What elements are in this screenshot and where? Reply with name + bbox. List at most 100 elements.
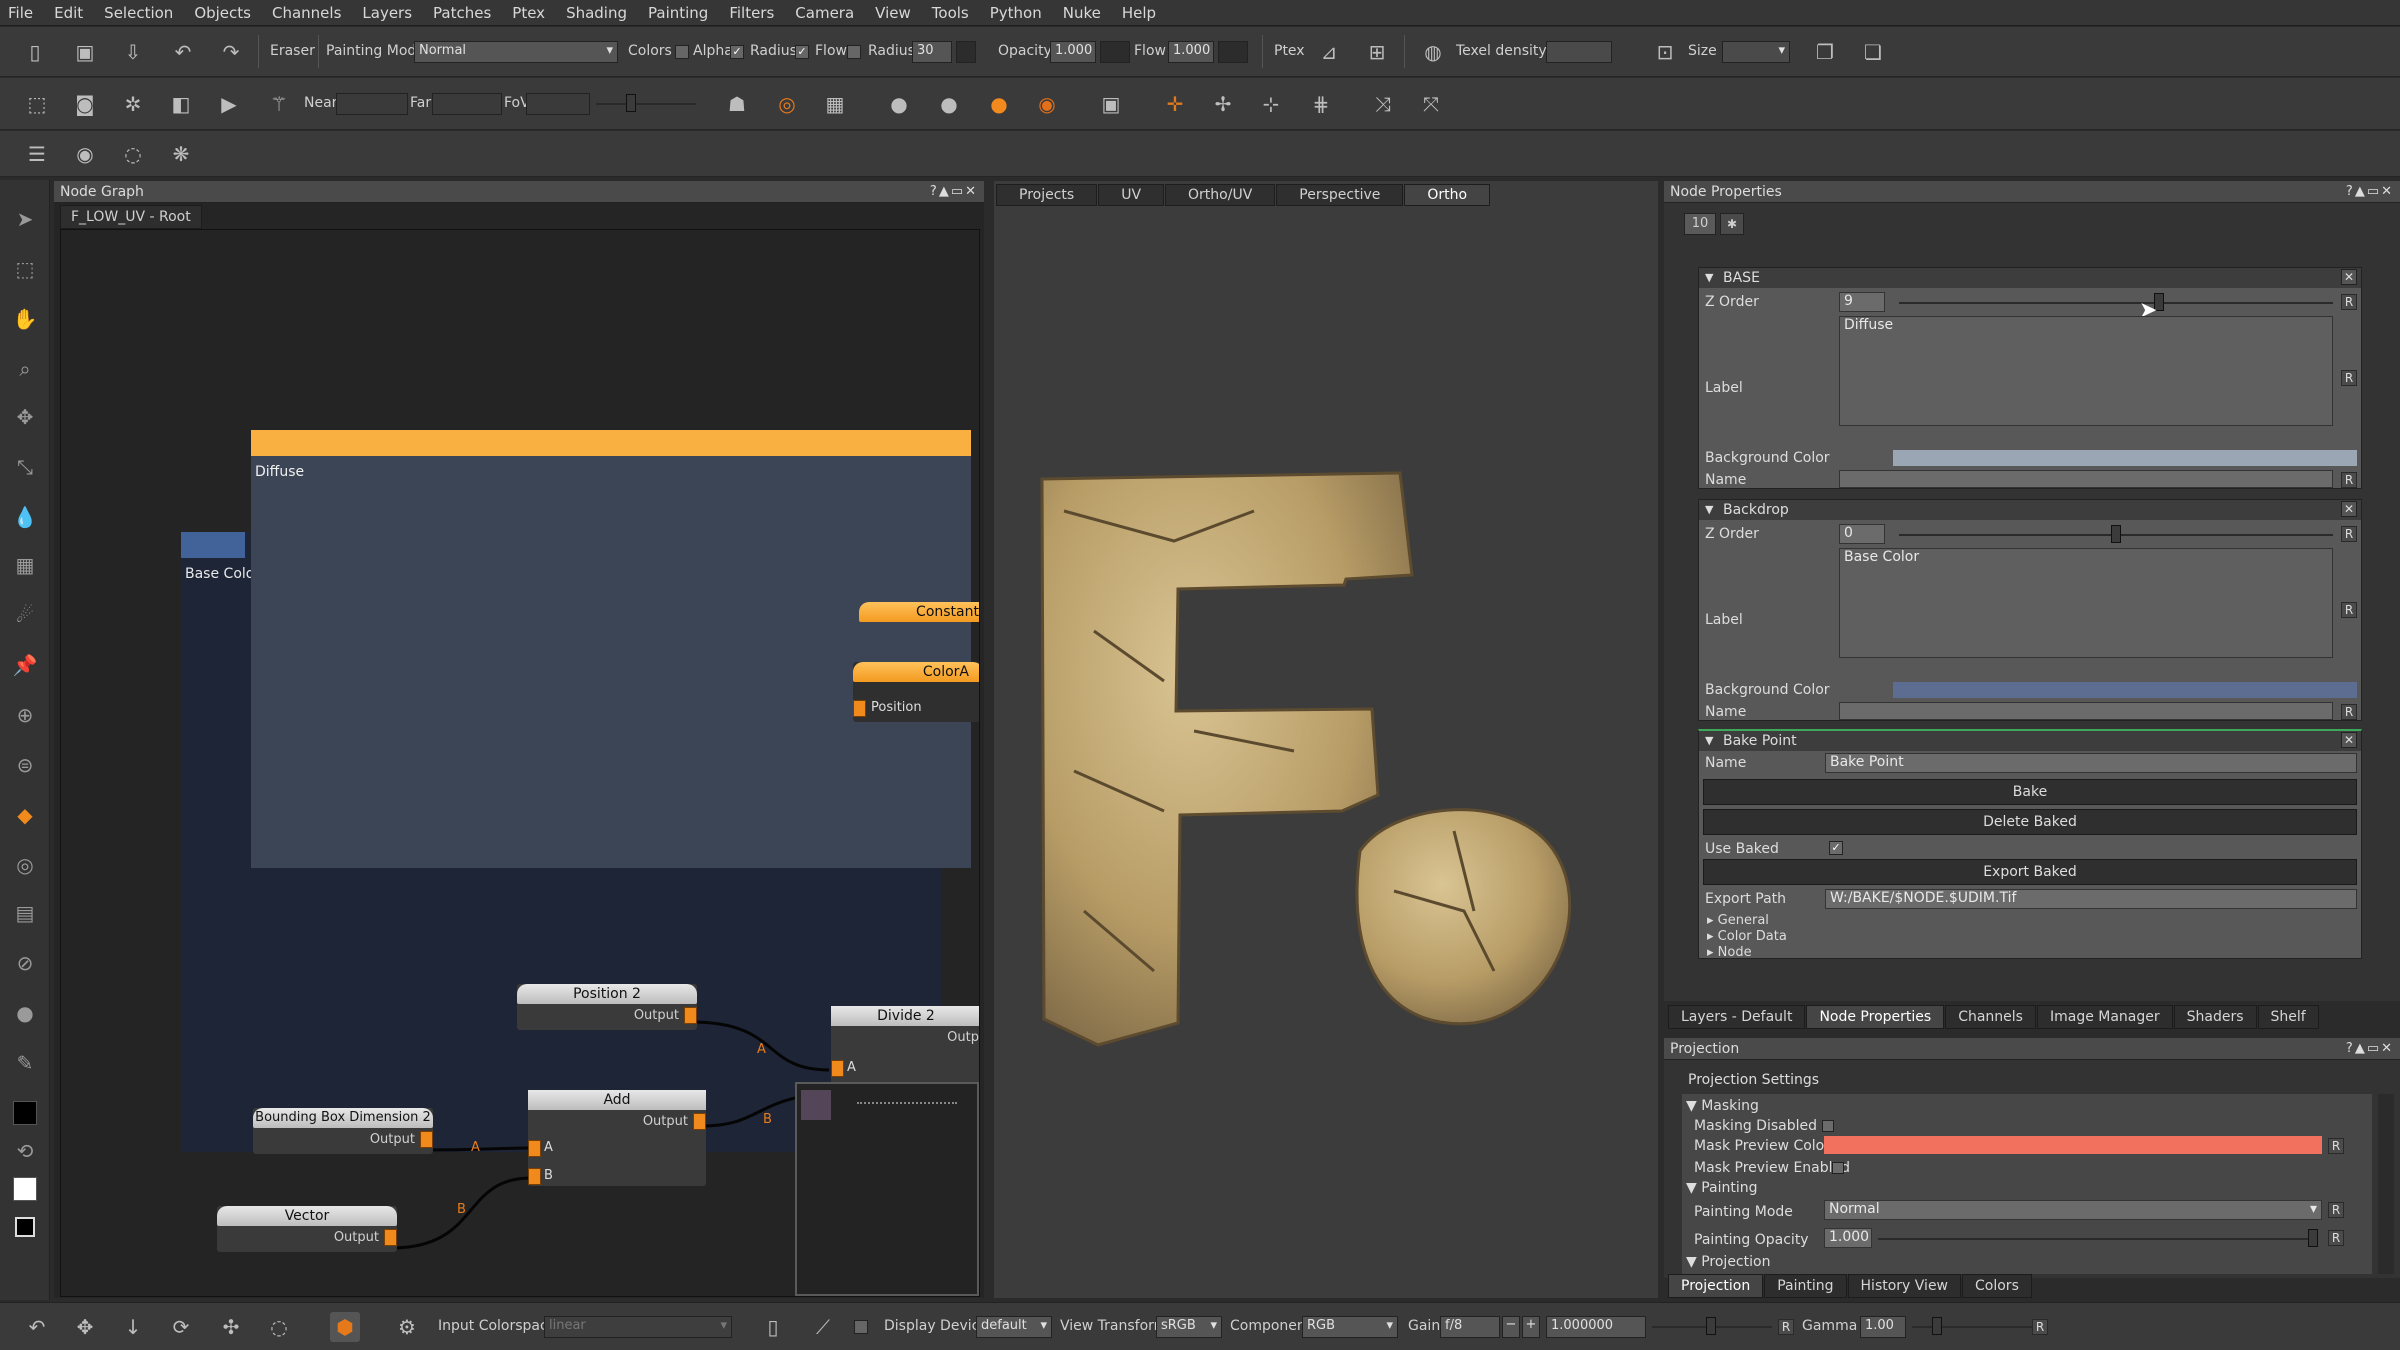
node-vector-output-port[interactable] [384,1229,397,1246]
node-position-2[interactable]: Position 2 Output [517,984,697,1030]
gamma-reset[interactable]: R [2032,1319,2048,1335]
gain-reset[interactable]: R [1778,1319,1794,1335]
node-add-port-a[interactable] [528,1140,541,1157]
sphere-tool-icon[interactable]: ● [10,998,40,1028]
close-icon[interactable]: ✕ [2341,732,2357,748]
align-icon[interactable]: ⊹ [1256,89,1286,119]
file-icon[interactable]: ▯ [758,1312,788,1342]
proj-painting-mode-select[interactable]: Normal ▾ [1824,1200,2322,1220]
tab-image-manager[interactable]: Image Manager [2036,1005,2173,1029]
node-add[interactable]: Add Output A B [528,1090,706,1186]
eye-layers-icon[interactable]: ◉ [70,139,100,169]
mask-preview-color-swatch[interactable] [1824,1136,2322,1154]
size-select[interactable]: ▾ [1722,40,1790,63]
curve-icon[interactable]: ⟋ [808,1312,838,1342]
component-select[interactable]: RGB ▾ [1302,1315,1398,1338]
base-z-order-input[interactable]: 9 [1839,292,1885,312]
base-z-order-slider[interactable] [1899,302,2333,304]
gain-slider-knob[interactable] [1706,1317,1716,1335]
frame-select-icon[interactable]: ▣ [1096,89,1126,119]
node-id-field[interactable]: 10 [1684,213,1716,235]
tab-history-view[interactable]: History View [1847,1274,1962,1298]
fg-color-swatch[interactable] [10,1098,40,1128]
gain-fstop-input[interactable]: f/8 [1440,1315,1500,1338]
translate-icon[interactable]: ✥ [70,1312,100,1342]
backdrop-z-order-input[interactable]: 0 [1839,524,1885,544]
opacity-slider[interactable] [1100,40,1130,63]
node-graph-minimap[interactable] [795,1082,979,1296]
tab-layers-default[interactable]: Layers - Default [1668,1005,1806,1029]
light-icon[interactable]: ☗ [722,89,752,119]
clone-icon[interactable]: ⊕ [10,700,40,730]
near-input[interactable] [336,92,408,115]
tab-perspective[interactable]: Perspective [1276,184,1404,206]
section-backdrop-header[interactable]: ▼ Backdrop ✕ [1699,500,2361,520]
backdrop-bg-color-swatch[interactable] [1893,682,2357,698]
sub-node[interactable]: ▸ Node [1707,945,1752,960]
colors-checkbox[interactable] [675,44,689,59]
backdrop-label-textarea[interactable]: Base Color [1839,548,2333,658]
undo-icon[interactable]: ↶ [168,37,198,67]
export-path-input[interactable]: W:/BAKE/$NODE.$UDIM.Tif [1825,889,2357,909]
painting-mode-select[interactable]: Normal ▾ [414,40,618,63]
node-graph-breadcrumb[interactable]: F_LOW_UV - Root [60,205,202,229]
hand-icon[interactable]: ✋ [10,304,40,334]
base-name-input[interactable] [1839,470,2333,488]
backdrop-z-order-knob[interactable] [2111,525,2121,543]
radius-checkbox[interactable]: ✓ [795,44,809,59]
close-file-icon[interactable]: ▣ [70,37,100,67]
scale-view-icon[interactable]: ✣ [216,1312,246,1342]
slice-icon[interactable]: ⊘ [10,948,40,978]
menu-ptex[interactable]: Ptex [512,4,545,22]
gamma-input[interactable]: 1.00 [1860,1315,1906,1338]
lens-icon[interactable]: ⚚ [264,89,294,119]
node-add-output-port[interactable] [693,1113,706,1130]
input-colorspace-select[interactable]: linear ▾ [544,1315,732,1338]
sphere-orange-icon[interactable]: ● [984,89,1014,119]
select-arrow-icon[interactable]: ➤ [10,204,40,234]
node-graph-canvas[interactable]: Base Color Diffuse Constant ColorA Posit… [60,229,980,1297]
bake-name-input[interactable]: Bake Point [1825,753,2357,773]
export-baked-button[interactable]: Export Baked [1703,859,2357,885]
dodge-icon[interactable]: ◎ [10,850,40,880]
fov-input[interactable] [526,92,590,115]
base-name-reset[interactable]: R [2341,472,2357,488]
gamma-slider[interactable] [1912,1326,2032,1328]
tab-shaders[interactable]: Shaders [2173,1005,2257,1029]
sub-general[interactable]: ▸ General [1707,913,1769,928]
ptex-uv-icon[interactable]: ⊿ [1314,37,1344,67]
size-grid-icon[interactable]: ⊡ [1650,37,1680,67]
smudge-icon[interactable]: ☄ [10,600,40,630]
ptex-grid-icon[interactable]: ⊞ [1362,37,1392,67]
globe-icon[interactable]: ◍ [1418,37,1448,67]
gain-minus-button[interactable]: − [1502,1315,1520,1338]
display-checkbox[interactable] [854,1319,868,1334]
close-icon[interactable]: ✕ [2341,269,2357,285]
tab-node-properties[interactable]: Node Properties [1806,1005,1945,1029]
menu-channels[interactable]: Channels [272,4,341,22]
save-file-icon[interactable]: ⇩ [118,37,148,67]
flow-slider[interactable] [1218,40,1248,63]
shader-icon[interactable]: ❋ [166,139,196,169]
use-baked-checkbox[interactable]: ✓ [1829,841,1843,855]
projection-header[interactable]: ▼ Projection [1686,1254,1770,1270]
node-position-2-output-port[interactable] [684,1007,697,1024]
sphere-grey-icon[interactable]: ● [934,89,964,119]
panel-controls[interactable]: ?▲▭✕ [930,181,978,203]
layer-stack-icon[interactable]: ❐ [1810,37,1840,67]
grid-map-icon[interactable]: ▦ [820,89,850,119]
blur-icon[interactable]: 💧 [10,502,40,532]
close-icon[interactable]: ✕ [2341,501,2357,517]
transform-b-icon[interactable]: ⤧ [1416,89,1446,119]
backdrop-z-order-reset[interactable]: R [2341,526,2357,542]
projection-scrollbar[interactable] [2378,1094,2394,1274]
opacity-input[interactable]: 1.000 [1050,40,1096,63]
menu-selection[interactable]: Selection [104,4,173,22]
tab-shelf[interactable]: Shelf [2257,1005,2319,1029]
panel-controls[interactable]: ?▲▭✕ [2346,1038,2394,1060]
redo-icon[interactable]: ↷ [216,37,246,67]
swap-colors-icon[interactable]: ⟲ [10,1136,40,1166]
base-label-textarea[interactable]: Diffuse [1839,316,2333,426]
layers-stack-icon[interactable]: ☰ [22,139,52,169]
node-add-port-b[interactable] [528,1168,541,1185]
